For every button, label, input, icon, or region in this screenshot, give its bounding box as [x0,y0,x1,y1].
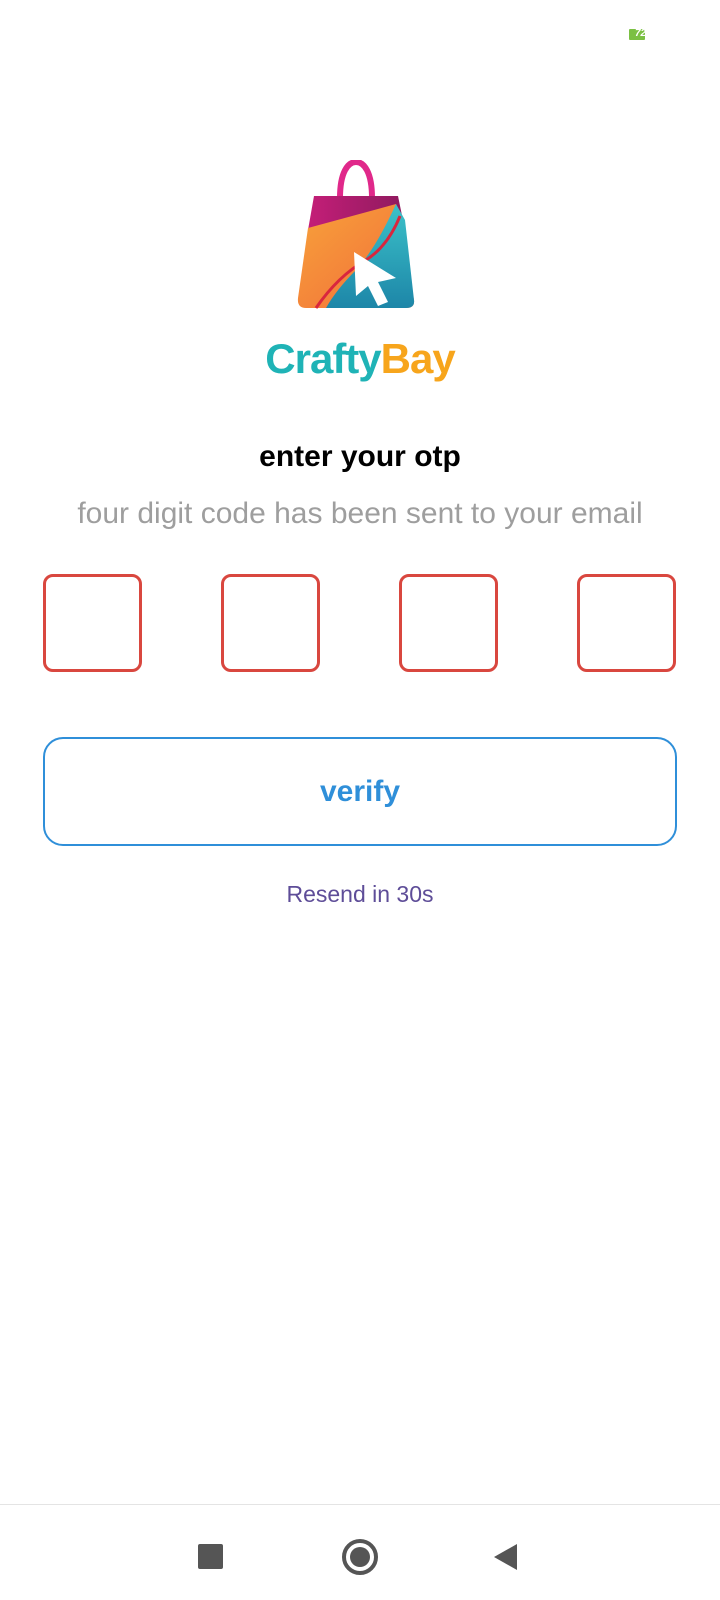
shopping-bag-cursor-icon [296,158,424,318]
battery-level: 72 [634,28,647,39]
battery-icon: 72 [629,28,652,40]
resend-timer-link[interactable]: Resend in 30s [0,881,720,908]
triangle-back-icon[interactable] [494,1544,517,1570]
square-icon[interactable] [198,1544,223,1569]
otp-title: enter your otp [259,440,461,473]
otp-digit-2-input[interactable] [221,574,320,672]
brand-name-first: Crafty [265,335,381,382]
verify-button-label: verify [319,774,401,808]
circle-icon[interactable] [342,1539,378,1575]
brand-name-second: Bay [380,335,456,382]
otp-digit-4-input[interactable] [577,574,676,672]
otp-digit-1-input[interactable] [43,574,142,672]
verify-button[interactable]: verify [43,737,677,846]
status-bar: 72 [0,0,720,60]
otp-digit-3-input[interactable] [399,574,498,672]
navigation-bar [0,1504,720,1600]
otp-subtitle: four digit code has been sent to your em… [77,497,643,530]
brand-name: CraftyBay [0,335,720,383]
